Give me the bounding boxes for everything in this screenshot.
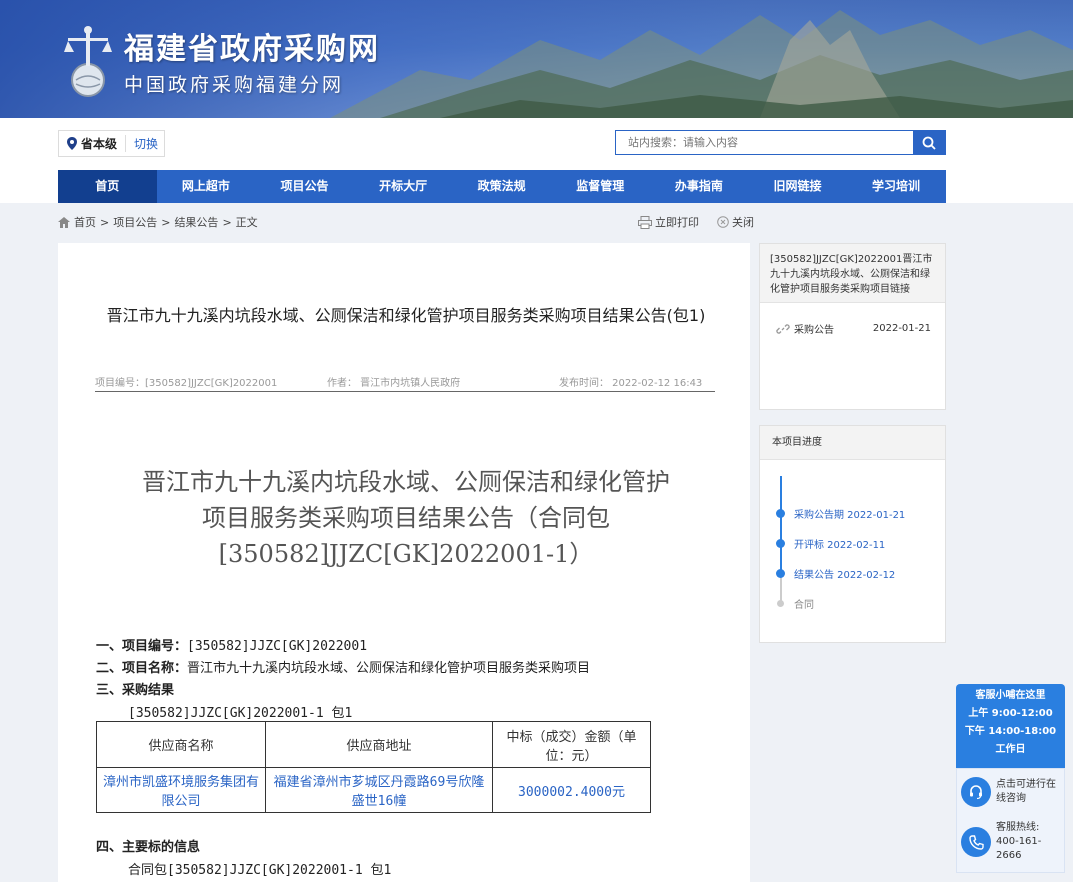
step-dot-icon bbox=[776, 569, 785, 578]
hotline-number: 400-161-2666 bbox=[996, 836, 1042, 861]
printer-icon bbox=[638, 215, 652, 229]
result-table: 供应商名称 供应商地址 中标（成交）金额（单位：元） 漳州市凯盛环境服务集团有限… bbox=[96, 721, 651, 813]
service-afternoon: 下午 14:00-18:00 bbox=[964, 726, 1057, 737]
search-button[interactable] bbox=[913, 131, 945, 154]
location-pin-icon bbox=[63, 137, 81, 150]
supplier-name-cell: 漳州市凯盛环境服务集团有限公司 bbox=[96, 767, 266, 813]
service-title: 客服小哺在这里 bbox=[975, 690, 1046, 701]
justice-scale-logo-icon bbox=[64, 26, 112, 97]
breadcrumb-announcements[interactable]: 项目公告 bbox=[113, 214, 157, 230]
heading-line: 晋江市九十九溪内坑段水域、公厕保洁和绿化管护 bbox=[142, 468, 670, 496]
service-workday: 工作日 bbox=[995, 744, 1026, 755]
region-switch-link[interactable]: 切换 bbox=[126, 135, 158, 152]
search-input[interactable] bbox=[616, 131, 913, 154]
article-panel: 晋江市九十九溪内坑段水域、公厕保洁和绿化管护项目服务类采购项目结果公告(包1) … bbox=[58, 243, 750, 882]
progress-step[interactable]: 开评标 2022-02-11 bbox=[776, 536, 885, 551]
supplier-address-cell: 福建省漳州市芗城区丹霞路69号欣隆盛世16幢 bbox=[265, 767, 493, 813]
print-button[interactable]: 立即打印 bbox=[638, 214, 699, 230]
nav-item-online-mall[interactable]: 网上超市 bbox=[157, 170, 256, 203]
breadcrumb-separator: > bbox=[222, 215, 232, 229]
phone-icon bbox=[961, 827, 991, 857]
meta-publish-time: 发布时间： 2022-02-12 16:43 bbox=[559, 378, 703, 389]
section-project-name: 二、项目名称：晋江市九十九溪内坑段水域、公厕保洁和绿化管护项目服务类采购项目 bbox=[96, 661, 591, 676]
breadcrumb-results[interactable]: 结果公告 bbox=[174, 214, 218, 230]
site-subtitle: 中国政府采购福建分网 bbox=[124, 74, 345, 96]
breadcrumb-separator: > bbox=[161, 215, 171, 229]
region-selector[interactable]: 省本级 切换 bbox=[58, 130, 165, 157]
table-row: 漳州市凯盛环境服务集团有限公司 福建省漳州市芗城区丹霞路69号欣隆盛世16幢 3… bbox=[96, 767, 651, 813]
project-progress-card: 本项目进度 采购公告期 2022-01-21 开评标 2022-02-11 结果… bbox=[759, 425, 946, 643]
site-search bbox=[615, 130, 946, 155]
related-link-label: 采购公告 bbox=[794, 325, 834, 336]
online-chat-label: 点击可进行在线咨询 bbox=[996, 779, 1056, 804]
hotline-item[interactable]: 客服热线: 400-161-2666 bbox=[957, 821, 1064, 863]
breadcrumb: 首页 > 项目公告 > 结果公告 > 正文 bbox=[58, 214, 258, 230]
search-icon bbox=[922, 136, 936, 150]
nav-item-supervision[interactable]: 监督管理 bbox=[551, 170, 650, 203]
nav-item-policies[interactable]: 政策法规 bbox=[452, 170, 551, 203]
hotline-label: 客服热线: bbox=[996, 822, 1040, 833]
section-result-package: [350582]JJZC[GK]2022001-1 包1 bbox=[128, 706, 353, 721]
section-result: 三、采购结果 bbox=[96, 683, 175, 698]
article-title: 晋江市九十九溪内坑段水域、公厕保洁和绿化管护项目服务类采购项目结果公告(包1) bbox=[106, 306, 706, 325]
progress-title: 本项目进度 bbox=[760, 426, 945, 460]
nav-item-home[interactable]: 首页 bbox=[58, 170, 157, 203]
step-dot-icon bbox=[776, 509, 785, 518]
column-header: 中标（成交）金额（单位：元） bbox=[492, 721, 651, 768]
nav-item-training[interactable]: 学习培训 bbox=[847, 170, 946, 203]
section-main-info-package: 合同包[350582]JJZC[GK]2022001-1 包1 bbox=[128, 863, 392, 878]
meta-author: 作者： 晋江市内坑镇人民政府 bbox=[327, 378, 461, 389]
article-actions: 立即打印 关闭 bbox=[638, 214, 754, 230]
progress-step[interactable]: 采购公告期 2022-01-21 bbox=[776, 506, 905, 521]
close-label: 关闭 bbox=[732, 216, 754, 229]
meta-project-code: 项目编号：[350582]JJZC[GK]2022001 bbox=[95, 378, 278, 389]
print-label: 立即打印 bbox=[655, 216, 699, 229]
home-icon bbox=[58, 216, 70, 228]
main-nav: 首页 网上超市 项目公告 开标大厅 政策法规 监督管理 办事指南 旧网链接 学习… bbox=[58, 170, 946, 203]
section-project-code: 一、项目编号：[350582]JJZC[GK]2022001 bbox=[96, 639, 368, 654]
breadcrumb-home[interactable]: 首页 bbox=[74, 214, 96, 230]
bid-amount-cell: 3000002.4000元 bbox=[492, 767, 651, 813]
column-header: 供应商名称 bbox=[96, 721, 266, 768]
article-meta: 项目编号：[350582]JJZC[GK]2022001 作者： 晋江市内坑镇人… bbox=[95, 374, 715, 392]
related-links-card: [350582]JJZC[GK]2022001晋江市九十九溪内坑段水域、公厕保洁… bbox=[759, 243, 946, 410]
close-button[interactable]: 关闭 bbox=[717, 214, 754, 230]
progress-step[interactable]: 结果公告 2022-02-12 bbox=[776, 566, 895, 581]
close-icon bbox=[717, 216, 729, 228]
article-heading: 晋江市九十九溪内坑段水域、公厕保洁和绿化管护 项目服务类采购项目结果公告（合同包… bbox=[96, 464, 716, 572]
service-hours-panel: 客服小哺在这里 上午 9:00-12:00 下午 14:00-18:00 工作日 bbox=[956, 684, 1065, 768]
nav-item-old-site[interactable]: 旧网链接 bbox=[748, 170, 847, 203]
breadcrumb-current: 正文 bbox=[235, 216, 258, 229]
nav-item-guide[interactable]: 办事指南 bbox=[650, 170, 749, 203]
step-dot-icon bbox=[776, 539, 785, 548]
online-chat-button[interactable]: 点击可进行在线咨询 bbox=[957, 777, 1064, 807]
related-link-item[interactable]: 采购公告 2022-01-21 bbox=[760, 303, 945, 336]
heading-line: 项目服务类采购项目结果公告（合同包 bbox=[202, 504, 610, 532]
link-icon bbox=[776, 323, 790, 334]
column-header: 供应商地址 bbox=[265, 721, 493, 768]
breadcrumb-separator: > bbox=[100, 215, 110, 229]
step-dot-icon bbox=[777, 600, 784, 607]
nav-item-announcements[interactable]: 项目公告 bbox=[255, 170, 354, 203]
region-level: 省本级 bbox=[81, 135, 127, 152]
table-header-row: 供应商名称 供应商地址 中标（成交）金额（单位：元） bbox=[96, 721, 651, 768]
service-morning: 上午 9:00-12:00 bbox=[968, 708, 1053, 719]
service-contact-panel: 点击可进行在线咨询 客服热线: 400-161-2666 bbox=[956, 768, 1065, 873]
related-link-date: 2022-01-21 bbox=[872, 323, 931, 334]
related-links-title: [350582]JJZC[GK]2022001晋江市九十九溪内坑段水域、公厕保洁… bbox=[760, 244, 945, 303]
nav-item-bid-hall[interactable]: 开标大厅 bbox=[354, 170, 453, 203]
progress-step: 合同 bbox=[776, 596, 814, 611]
progress-timeline: 采购公告期 2022-01-21 开评标 2022-02-11 结果公告 202… bbox=[776, 472, 946, 642]
site-title: 福建省政府采购网 bbox=[124, 32, 380, 67]
section-main-info: 四、主要标的信息 bbox=[96, 840, 201, 855]
heading-line: [350582]JJZC[GK]2022001-1） bbox=[218, 540, 594, 568]
headset-icon bbox=[961, 777, 991, 807]
site-banner: 福建省政府采购网 中国政府采购福建分网 bbox=[0, 0, 1073, 118]
